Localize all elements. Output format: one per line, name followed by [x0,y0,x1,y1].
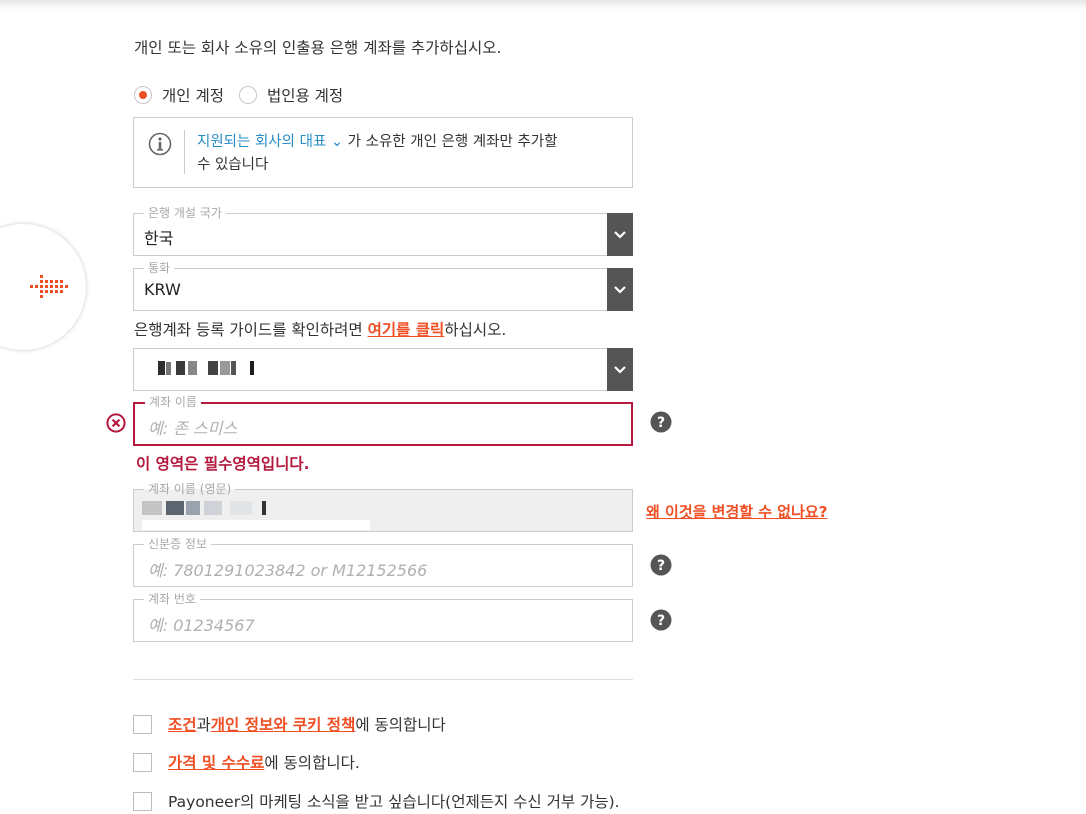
guide-text-after: 하십시오. [444,321,507,339]
chevron-down-icon[interactable]: ⌄ [326,134,347,150]
chevron-down-icon [614,285,626,294]
marketing-text: Payoneer의 마케팅 소식을 받고 싶습니다(언제든지 수신 거부 가능)… [168,793,620,811]
supported-company-rep-link[interactable]: 지원되는 회사의 대표 [197,134,326,150]
account-name-placeholder: 예: 존 스미스 [148,419,238,438]
guide-text-before: 은행계좌 등록 가이드를 확인하려면 [134,321,368,339]
account-name-english-label: 계좌 이름 (영문) [144,482,236,496]
info-text-after: 가 소유한 개인 은행 계좌만 추가할 [347,134,558,150]
bank-country-select[interactable]: 은행 개설 국가 한국 [133,206,633,256]
fees-checkbox[interactable] [133,752,152,772]
account-name-input[interactable]: 계좌 이름 예: 존 스미스 [133,395,633,446]
terms-agreement-row: 조건과개인 정보와 쿠키 정책에 동의합니다 [133,713,446,735]
info-divider [184,130,185,174]
chevron-down-icon [614,230,626,239]
fees-agreement-row: 가격 및 수수료에 동의합니다. [133,751,360,773]
bank-country-label: 은행 개설 국가 [144,206,226,220]
account-name-label: 계좌 이름 [145,395,201,409]
svg-text:?: ? [657,613,665,629]
bank-name-select[interactable] [133,348,633,391]
marketing-checkbox[interactable] [133,791,152,811]
marketing-opt-in-row: Payoneer의 마케팅 소식을 받고 싶습니다(언제든지 수신 거부 가능)… [133,790,620,812]
privacy-cookie-policy-link[interactable]: 개인 정보와 쿠키 정책 [211,716,356,734]
bank-name-dropdown-button[interactable] [607,348,633,391]
terms-checkbox[interactable] [133,714,152,734]
account-number-input[interactable]: 계좌 번호 예: 01234567 [133,592,633,642]
top-shadow-bar [0,0,1086,10]
id-info-input[interactable]: 신분증 정보 예: 7801291023842 or M12152566 [133,537,633,587]
id-info-placeholder: 예: 7801291023842 or M12152566 [148,561,428,580]
section-divider [133,679,633,680]
fees-agreement-text: 가격 및 수수료에 동의합니다. [168,751,360,773]
why-cannot-change-link[interactable]: 왜 이것을 변경할 수 없나요? [646,501,827,522]
fees-after-text: 에 동의합니다. [264,754,360,772]
terms-mid-text: 과 [196,716,211,734]
svg-text:?: ? [657,415,665,431]
info-icon [148,132,172,156]
id-info-label: 신분증 정보 [144,537,212,551]
guide-click-here-link[interactable]: 여기를 클릭 [368,321,445,339]
help-icon[interactable]: ? [650,411,672,433]
currency-label: 통화 [144,261,175,275]
bank-country-value: 한국 [144,229,174,248]
currency-dropdown-button[interactable] [607,268,633,311]
chevron-down-icon [614,365,626,374]
terms-agreement-text: 조건과개인 정보와 쿠키 정책에 동의합니다 [168,713,446,735]
bank-country-dropdown-button[interactable] [607,213,633,256]
required-field-error: 이 영역은 필수영역입니다. [136,455,310,473]
radio-personal-label[interactable]: 개인 계정 [162,84,224,106]
help-icon[interactable]: ? [650,554,672,576]
radio-personal-account[interactable] [134,86,152,104]
error-x-icon [106,413,126,433]
info-notice-box: 지원되는 회사의 대표 ⌄ 가 소유한 개인 은행 계좌만 추가할 수 있습니다 [133,117,633,188]
account-type-radio-group: 개인 계정 법인용 계정 [134,84,358,106]
svg-text:?: ? [657,558,665,574]
terms-link[interactable]: 조건 [168,716,197,734]
currency-value: KRW [144,280,181,299]
info-text: 지원되는 회사의 대표 ⌄ 가 소유한 개인 은행 계좌만 추가할 수 있습니다 [197,131,627,177]
radio-selected-dot [139,91,147,99]
intro-text: 개인 또는 회사 소유의 인출용 은행 계좌를 추가하십시오. [134,39,502,57]
info-text-line2: 수 있습니다 [197,157,269,173]
radio-business-label[interactable]: 법인용 계정 [267,84,343,106]
account-number-label: 계좌 번호 [144,592,200,606]
account-number-placeholder: 예: 01234567 [148,616,255,635]
currency-select[interactable]: 통화 KRW [133,261,633,311]
radio-business-account[interactable] [238,86,257,104]
bank-guide-text: 은행계좌 등록 가이드를 확인하려면 여기를 클릭하십시오. [134,318,506,340]
terms-after-text: 에 동의합니다 [355,716,446,734]
pricing-fees-link[interactable]: 가격 및 수수료 [168,754,264,772]
dotted-arrow-icon[interactable] [30,270,72,304]
account-name-english-input: 계좌 이름 (영문) [133,482,633,532]
help-icon[interactable]: ? [650,609,672,631]
